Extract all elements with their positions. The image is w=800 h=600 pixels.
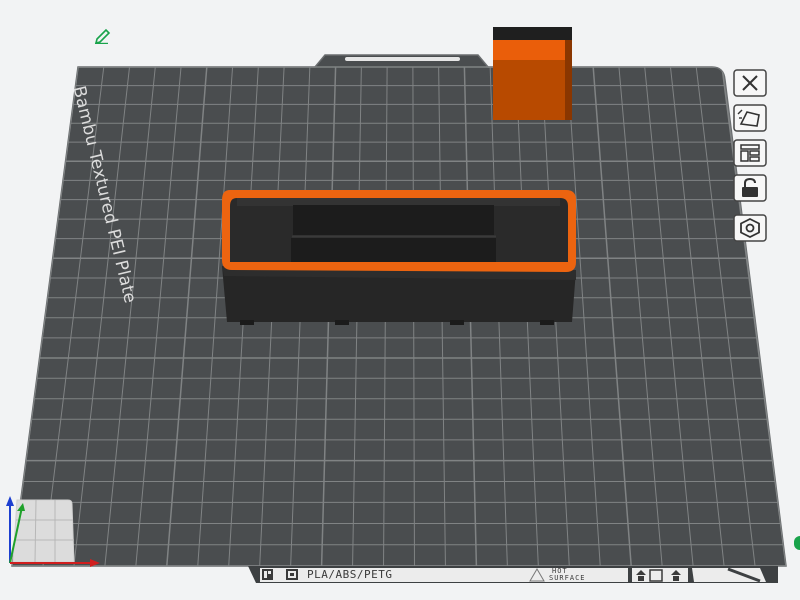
arrange-button[interactable] xyxy=(733,139,767,167)
rename-pencil-icon[interactable] xyxy=(93,28,115,44)
edit-plate-button[interactable] xyxy=(733,104,767,132)
arrange-icon xyxy=(733,139,767,167)
material-label: PLA/ABS/PETG xyxy=(307,568,393,581)
edit-plate-icon xyxy=(733,104,767,132)
hot-surface-line2: SURFACE xyxy=(549,574,586,582)
plate-settings-button[interactable] xyxy=(733,214,767,242)
lock-plate-button[interactable] xyxy=(733,174,767,202)
close-plate-button[interactable] xyxy=(733,69,767,97)
close-icon xyxy=(733,69,767,97)
lock-icon xyxy=(733,174,767,202)
selection-indicator xyxy=(794,536,800,550)
plate-type-icon-a xyxy=(262,569,273,580)
plate-handle-slot xyxy=(345,57,460,61)
tray-model[interactable] xyxy=(222,190,576,325)
prime-tower[interactable] xyxy=(493,27,572,120)
settings-icon xyxy=(733,214,767,242)
